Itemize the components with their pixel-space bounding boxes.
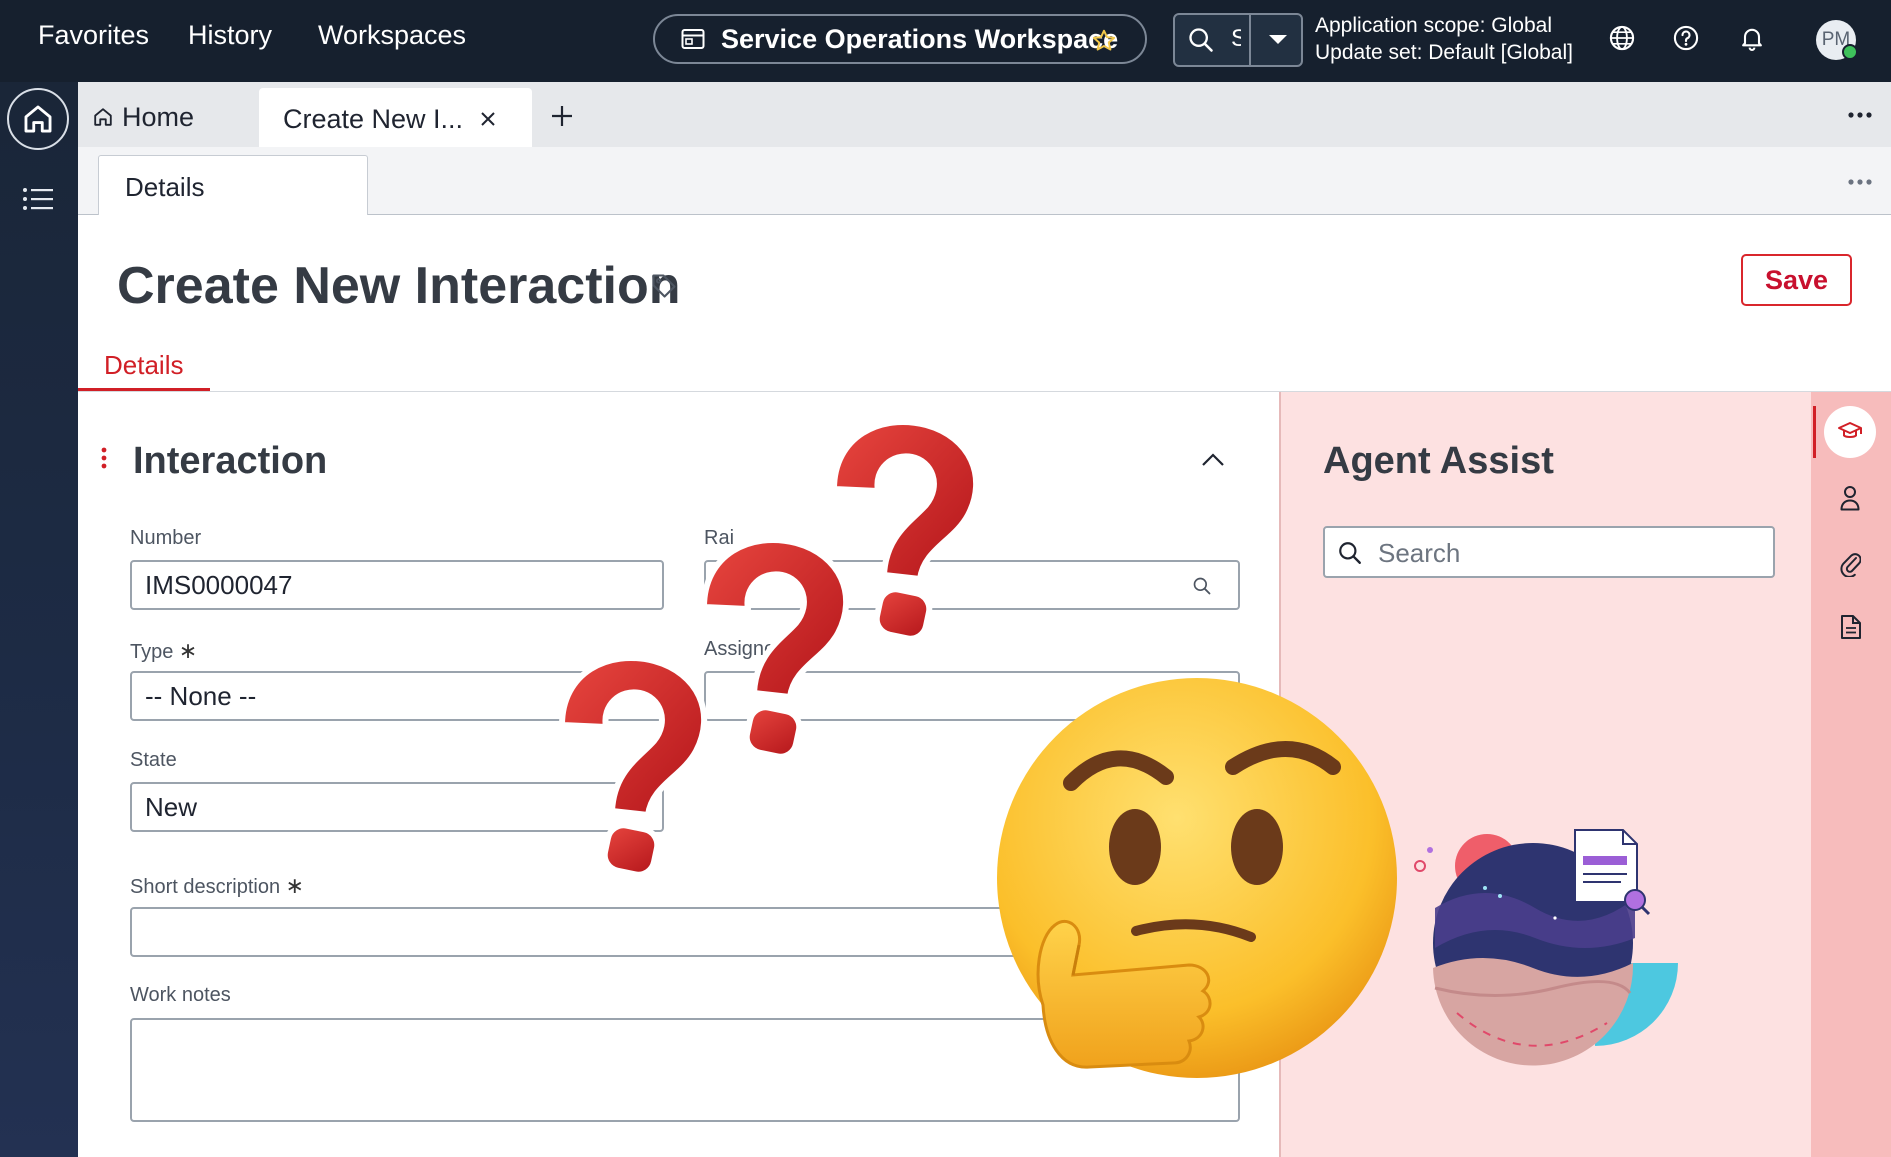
paperclip-icon[interactable]: [1839, 549, 1861, 577]
record-subtab-bar: Details: [78, 147, 1891, 215]
person-icon[interactable]: [1839, 485, 1861, 511]
tab-create-label: Create New I...: [283, 104, 464, 134]
question-marks-overlay: [540, 395, 1040, 895]
application-scope-text: Application scope: Global: [1315, 14, 1552, 37]
help-icon[interactable]: [1672, 24, 1700, 52]
section-title: Interaction: [133, 440, 328, 482]
star-icon[interactable]: [1091, 28, 1117, 54]
reference-search-icon[interactable]: [1192, 576, 1212, 596]
learning-button[interactable]: [1824, 406, 1876, 458]
agent-assist-search-placeholder: Search: [1378, 538, 1461, 568]
tab-details[interactable]: Details: [104, 350, 183, 381]
nav-favorites-link[interactable]: Favorites: [38, 20, 149, 51]
top-navigation-bar: Favorites History Workspaces Service Ope…: [0, 0, 1891, 82]
list-icon[interactable]: [22, 186, 54, 212]
state-label: State: [130, 749, 177, 771]
close-icon[interactable]: [480, 111, 496, 127]
bell-icon[interactable]: [1738, 24, 1766, 52]
subtab-details[interactable]: Details: [98, 155, 368, 215]
left-rail: [0, 82, 78, 1157]
save-button[interactable]: Save: [1741, 254, 1852, 306]
nav-history-link[interactable]: History: [188, 20, 272, 51]
search-divider: [1249, 15, 1251, 65]
type-label: Type ∗: [130, 638, 198, 663]
short-description-label: Short description ∗: [130, 873, 305, 898]
search-icon: [1337, 540, 1363, 566]
workspace-selector[interactable]: Service Operations Workspace: [653, 14, 1147, 64]
document-icon[interactable]: [1840, 614, 1862, 640]
active-indicator: [1813, 406, 1816, 458]
more-icon[interactable]: [1848, 112, 1872, 118]
subtab-more-icon[interactable]: [1848, 179, 1872, 185]
user-avatar[interactable]: PM: [1816, 20, 1858, 60]
empty-state-illustration: [1395, 818, 1695, 1068]
context-sidebar-rail: [1811, 392, 1891, 1157]
tab-home-label: Home: [122, 102, 195, 132]
chevron-down-icon[interactable]: [1267, 33, 1289, 47]
chevron-up-icon[interactable]: [1201, 452, 1225, 468]
tag-icon[interactable]: [650, 272, 678, 300]
home-tab-icon: [92, 105, 114, 129]
page-title: Create New Interaction: [117, 257, 681, 315]
number-label: Number: [130, 527, 202, 549]
agent-assist-search[interactable]: Search: [1323, 526, 1775, 578]
type-value: -- None --: [145, 681, 257, 711]
nav-workspaces-link[interactable]: Workspaces: [318, 20, 466, 51]
search-input[interactable]: S: [1231, 25, 1241, 53]
agent-assist-title: Agent Assist: [1323, 440, 1554, 482]
home-icon: [21, 101, 55, 137]
global-search[interactable]: S: [1173, 13, 1303, 67]
work-notes-label: Work notes: [130, 984, 231, 1006]
learning-cap-icon: [1837, 420, 1863, 444]
update-set-text: Update set: Default [Global]: [1315, 41, 1573, 64]
thinking-face-emoji: [993, 675, 1413, 1105]
workspace-title: Service Operations Workspace: [721, 24, 1119, 54]
subtab-details-label: Details: [125, 172, 205, 202]
tab-create-new-interaction[interactable]: Create New I...: [259, 88, 532, 147]
home-rail-button[interactable]: [7, 88, 69, 150]
search-icon: [1187, 26, 1215, 54]
online-status-dot: [1842, 44, 1858, 60]
section-menu-icon[interactable]: [101, 447, 107, 469]
plus-icon[interactable]: [550, 104, 574, 128]
globe-icon[interactable]: [1608, 24, 1636, 52]
workspace-tab-bar: Home Create New I...: [78, 82, 1891, 147]
state-value: New: [145, 792, 198, 822]
workspace-icon: [681, 28, 705, 50]
number-value: IMS0000047: [145, 570, 293, 600]
